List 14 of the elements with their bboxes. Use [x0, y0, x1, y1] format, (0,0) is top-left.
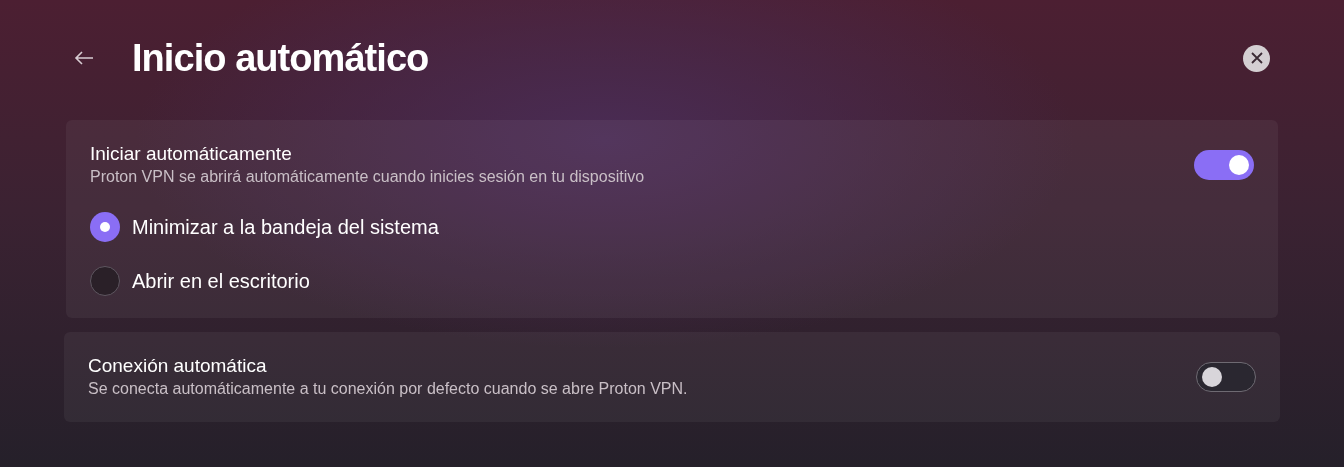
radio-label[interactable]: Minimizar a la bandeja del sistema	[132, 212, 439, 242]
setting-title: Conexión automática	[88, 354, 268, 378]
toggle-switch[interactable]	[1196, 362, 1256, 392]
back-arrow-icon[interactable]	[74, 50, 94, 66]
close-button[interactable]	[1243, 44, 1270, 72]
setting-description: Proton VPN se abrirá automáticamente cuando inicies sesión en tu dispositivo	[90, 167, 645, 187]
radio-button[interactable]	[90, 266, 120, 296]
radio-button[interactable]	[90, 212, 120, 242]
setting-title: Iniciar automáticamente	[90, 142, 293, 166]
close-icon	[1250, 52, 1263, 64]
toggle-switch[interactable]	[1194, 150, 1254, 180]
setting-description: Se conecta automáticamente a tu conexión por defecto cuando se abre Proton VPN.	[88, 379, 688, 399]
radio-label[interactable]: Abrir en el escritorio	[132, 266, 310, 296]
page-title: Inicio automático	[132, 35, 429, 81]
